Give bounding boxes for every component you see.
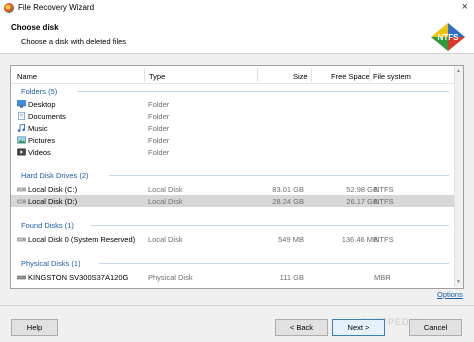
list-item-selected[interactable]: Local Disk (D:) Local Disk 28.24 GB 26.1… [11, 195, 454, 207]
list-item[interactable]: Local Disk (C:) Local Disk 83.01 GB 52.9… [11, 183, 454, 195]
column-header: Name Type Size Free Space File system [11, 66, 463, 84]
col-free-space[interactable]: Free Space [331, 72, 370, 81]
col-file-system[interactable]: File system [373, 72, 411, 81]
col-type[interactable]: Type [149, 72, 165, 81]
page-title: Choose disk [11, 23, 59, 32]
list-item[interactable]: Music Folder [11, 122, 454, 134]
help-button[interactable]: Help [11, 319, 58, 336]
pictures-icon [17, 136, 26, 144]
next-button[interactable]: Next > [332, 319, 385, 336]
list-item[interactable]: KINGSTON SV300S37A120G Physical Disk 111… [11, 271, 454, 283]
list-item[interactable]: Pictures Folder [11, 134, 454, 146]
group-hard-disk-drives[interactable]: Hard Disk Drives (2) [21, 171, 89, 180]
app-icon [4, 3, 14, 13]
list-item[interactable]: Desktop Folder [11, 98, 454, 110]
drive-icon [17, 237, 26, 242]
footer-divider [0, 305, 474, 306]
list-item[interactable]: Videos Folder [11, 146, 454, 158]
physical-disk-icon [17, 275, 26, 280]
options-link[interactable]: Options [437, 290, 463, 299]
scroll-down-icon[interactable]: ▼ [456, 279, 461, 285]
page-subtitle: Choose a disk with deleted files [21, 37, 127, 46]
wizard-header: Choose disk Choose a disk with deleted f… [0, 16, 474, 54]
disk-list[interactable]: Name Type Size Free Space File system Fo… [10, 65, 464, 289]
drive-icon [17, 199, 26, 204]
window-title: File Recovery Wizard [18, 3, 95, 12]
videos-icon [17, 148, 26, 156]
list-item[interactable]: Documents Folder [11, 110, 454, 122]
logo-text: NTFS [438, 33, 460, 42]
desktop-icon [17, 100, 26, 108]
col-size[interactable]: Size [293, 72, 308, 81]
col-name[interactable]: Name [17, 72, 37, 81]
list-item[interactable]: Local Disk 0 (System Reserved) Local Dis… [11, 233, 454, 245]
group-physical-disks[interactable]: Physical Disks (1) [21, 259, 81, 268]
drive-icon [17, 187, 26, 192]
close-button[interactable]: × [462, 1, 468, 13]
ntfs-logo-icon: NTFS [431, 23, 465, 51]
back-button[interactable]: < Back [275, 319, 328, 336]
title-bar: File Recovery Wizard × [0, 0, 474, 16]
scroll-up-icon[interactable]: ▲ [456, 68, 461, 74]
documents-icon [18, 112, 25, 120]
vertical-scrollbar[interactable]: ▲ ▼ [454, 66, 463, 287]
group-found-disks[interactable]: Found Disks (1) [21, 221, 74, 230]
music-icon [17, 124, 25, 132]
group-folders[interactable]: Folders (5) [21, 87, 57, 96]
cancel-button[interactable]: Cancel [409, 319, 462, 336]
